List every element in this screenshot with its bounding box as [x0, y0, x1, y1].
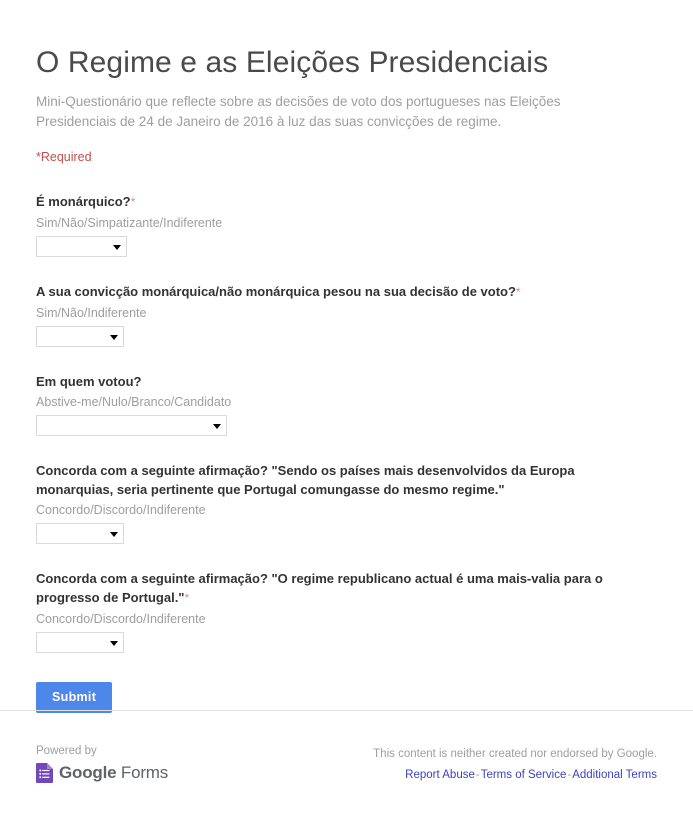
footer-links: Report Abuse-Terms of Service-Additional… — [373, 767, 657, 783]
question-title-text: Em quem votou? — [36, 374, 142, 389]
question-help-text: Concordo/Discordo/Indiferente — [36, 503, 206, 517]
dropdown-wrapper: Abstive-meNuloBrancoCandidato — [36, 415, 227, 436]
dropdown-wrapper: ConcordoDiscordoIndiferente — [36, 523, 124, 544]
form-description: Mini-Questionário que reflecte sobre as … — [36, 94, 561, 129]
question-title-text: Concorda com a seguinte afirmação? "Send… — [36, 463, 575, 497]
question-title: Em quem votou? — [36, 372, 616, 391]
question-title: É monárquico?* — [36, 192, 616, 212]
submit-button[interactable]: Submit — [36, 682, 113, 713]
report-abuse-link[interactable]: Report Abuse — [405, 769, 475, 781]
answer-dropdown-4[interactable]: ConcordoDiscordoIndiferente — [36, 523, 124, 544]
question-help-text: Abstive-me/Nulo/Branco/Candidato — [36, 395, 232, 409]
brand-google-text: Google — [59, 763, 117, 782]
question-item: Concorda com a seguinte afirmação? "Send… — [36, 461, 657, 544]
required-asterisk: * — [130, 195, 136, 209]
question-list: É monárquico?* Sim/Não/Simpatizante/Indi… — [36, 192, 657, 653]
question-title: Concorda com a seguinte afirmação? "Send… — [36, 461, 616, 499]
additional-terms-link[interactable]: Additional Terms — [572, 769, 657, 781]
dropdown-wrapper: SimNãoIndiferente — [36, 326, 124, 347]
question-title-text: É monárquico? — [36, 194, 131, 209]
required-asterisk: * — [184, 591, 190, 605]
page-title: O Regime e as Eleições Presidenciais — [36, 46, 549, 79]
required-note: *Required — [36, 150, 92, 164]
question-help-text: Concordo/Discordo/Indiferente — [36, 612, 206, 626]
form-header: O Regime e as Eleições Presidenciais Min… — [36, 0, 657, 165]
question-help-text: Sim/Não/Simpatizante/Indiferente — [36, 216, 223, 230]
question-item: A sua convicção monárquica/não monárquic… — [36, 282, 657, 347]
question-title: Concorda com a seguinte afirmação? "O re… — [36, 569, 616, 608]
answer-dropdown-5[interactable]: ConcordoDiscordoIndiferente — [36, 632, 124, 653]
submit-row: Submit — [36, 682, 657, 713]
question-help-text: Sim/Não/Indiferente — [36, 306, 147, 320]
required-asterisk: * — [515, 285, 521, 299]
google-forms-icon — [36, 763, 53, 783]
google-forms-brand: Google Forms — [36, 763, 168, 783]
brand-forms-text: Forms — [116, 763, 169, 782]
form-card: O Regime e as Eleições Presidenciais Min… — [0, 0, 693, 713]
dropdown-wrapper: SimNãoSimpatizanteIndiferente — [36, 236, 127, 257]
answer-dropdown-1[interactable]: SimNãoSimpatizanteIndiferente — [36, 236, 127, 257]
google-form-page: O Regime e as Eleições Presidenciais Min… — [0, 0, 693, 815]
question-item: Concorda com a seguinte afirmação? "O re… — [36, 569, 657, 653]
answer-dropdown-3[interactable]: Abstive-meNuloBrancoCandidato — [36, 415, 227, 436]
powered-by-label: Powered by — [36, 745, 97, 757]
terms-of-service-link[interactable]: Terms of Service — [481, 769, 567, 781]
footer-branding: Powered by Google Forms — [36, 744, 168, 783]
google-forms-wordmark: Google Forms — [59, 763, 168, 783]
question-title-text: Concorda com a seguinte afirmação? "O re… — [36, 571, 603, 605]
google-disclaimer: This content is neither created nor endo… — [373, 748, 657, 760]
footer-legal: This content is neither created nor endo… — [373, 744, 657, 783]
page-footer: Powered by Google Forms This content is … — [0, 711, 693, 783]
question-title: A sua convicção monárquica/não monárquic… — [36, 282, 616, 302]
dropdown-wrapper: ConcordoDiscordoIndiferente — [36, 632, 124, 653]
question-item: Em quem votou? Abstive-me/Nulo/Branco/Ca… — [36, 372, 657, 436]
question-item: É monárquico?* Sim/Não/Simpatizante/Indi… — [36, 192, 657, 257]
question-title-text: A sua convicção monárquica/não monárquic… — [36, 284, 516, 299]
answer-dropdown-2[interactable]: SimNãoIndiferente — [36, 326, 124, 347]
